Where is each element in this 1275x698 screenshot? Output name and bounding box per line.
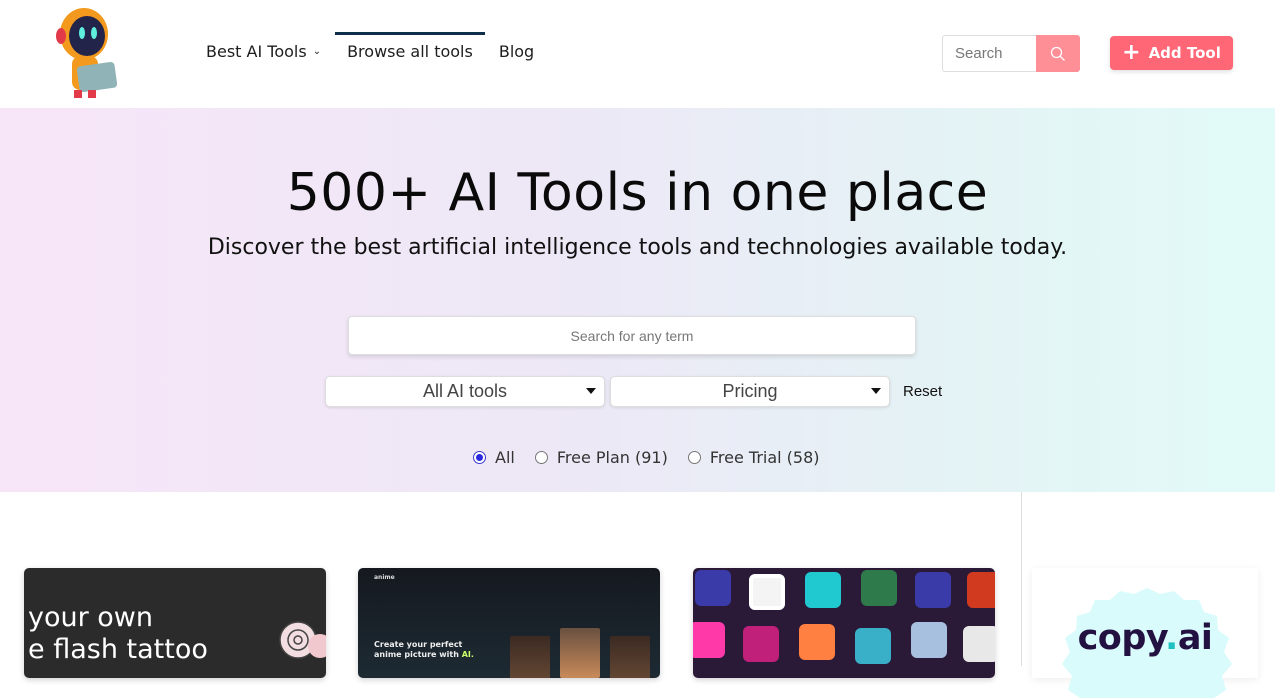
sponsor-ad-copyai[interactable]: copy.ai xyxy=(1032,568,1258,698)
art-thumbnail xyxy=(695,570,731,606)
art-thumbnail xyxy=(749,574,785,610)
card-headline-accent: AI. xyxy=(461,650,474,659)
header-search-input[interactable] xyxy=(942,35,1036,72)
robot-logo-icon[interactable] xyxy=(50,6,120,100)
art-thumbnail xyxy=(799,624,835,660)
art-thumbnail xyxy=(693,622,725,658)
card-text-line: e flash tattoo xyxy=(28,634,208,665)
nav-label: Blog xyxy=(498,42,535,61)
pricing-filter-radios: All Free Plan (91) Free Trial (58) xyxy=(473,448,840,467)
art-thumbnail xyxy=(915,572,951,608)
art-thumbnail xyxy=(743,626,779,662)
radio-all[interactable]: All xyxy=(473,448,515,467)
reset-button[interactable]: Reset xyxy=(903,383,942,400)
sidebar-divider xyxy=(1021,492,1022,666)
search-icon xyxy=(1050,46,1065,61)
radio-label: All xyxy=(495,448,515,467)
page-title: 500+ AI Tools in one place xyxy=(286,163,989,223)
art-thumbnail xyxy=(861,570,897,606)
rose-icon xyxy=(279,621,326,659)
tool-card-tattoo[interactable]: your own e flash tattoo xyxy=(24,568,326,678)
hero-subtitle: Discover the best artificial intelligenc… xyxy=(207,235,1068,260)
header-search xyxy=(942,35,1080,72)
nav-blog[interactable]: Blog xyxy=(499,34,534,69)
category-select[interactable]: All AI tools xyxy=(325,376,605,407)
card-headline-text: Create your perfect anime picture with xyxy=(374,640,463,659)
nav-label: Browse all tools xyxy=(347,42,473,61)
art-thumbnail xyxy=(805,572,841,608)
header-search-button[interactable] xyxy=(1036,35,1080,72)
copyai-logo: copy.ai xyxy=(1032,618,1258,658)
radio-unchecked-icon[interactable] xyxy=(687,451,701,464)
pricing-select-value: Pricing xyxy=(722,381,778,401)
nav-label: Best AI Tools xyxy=(206,42,307,61)
portrait-image xyxy=(560,628,600,678)
nav-browse-all-tools[interactable]: Browse all tools xyxy=(335,32,485,69)
radio-checked-icon[interactable] xyxy=(473,451,486,464)
add-tool-label: Add Tool xyxy=(1148,44,1221,62)
portrait-image xyxy=(610,636,650,678)
tool-card-ai-art[interactable] xyxy=(693,568,995,678)
caret-down-icon xyxy=(871,388,881,394)
radio-label: Free Plan (91) xyxy=(556,448,668,467)
brand-text: copy xyxy=(1077,618,1166,658)
card-brand: anime xyxy=(374,574,395,581)
hero-section: 500+ AI Tools in one place Discover the … xyxy=(0,108,1275,492)
radio-free-plan[interactable]: Free Plan (91) xyxy=(534,448,668,467)
caret-down-icon xyxy=(586,388,596,394)
art-thumbnail xyxy=(855,628,891,664)
add-tool-button[interactable]: + Add Tool xyxy=(1110,36,1233,70)
plus-icon: + xyxy=(1122,40,1141,65)
art-thumbnail xyxy=(963,626,995,662)
card-headline: Create your perfect anime picture with A… xyxy=(374,640,484,660)
category-select-value: All AI tools xyxy=(422,381,508,401)
card-image-text: your own e flash tattoo xyxy=(28,602,208,666)
chevron-down-icon: ⌄ xyxy=(312,46,322,57)
site-header: Best AI Tools ⌄ Browse all tools Blog + … xyxy=(0,0,1275,108)
radio-label: Free Trial (58) xyxy=(709,448,820,467)
radio-unchecked-icon[interactable] xyxy=(534,451,548,464)
main-nav: Best AI Tools ⌄ Browse all tools Blog xyxy=(206,32,560,69)
brand-text: ai xyxy=(1177,618,1213,658)
radio-free-trial[interactable]: Free Trial (58) xyxy=(687,448,820,467)
pricing-select[interactable]: Pricing xyxy=(610,376,890,407)
term-search-input[interactable] xyxy=(348,316,916,355)
portrait-image xyxy=(510,636,550,678)
nav-best-ai-tools[interactable]: Best AI Tools ⌄ xyxy=(206,34,321,69)
art-thumbnail xyxy=(967,572,995,608)
brand-dot: . xyxy=(1165,618,1178,658)
tool-card-anime[interactable]: anime Create your perfect anime picture … xyxy=(358,568,660,678)
art-thumbnail xyxy=(911,622,947,658)
card-text-line: your own xyxy=(28,602,154,633)
